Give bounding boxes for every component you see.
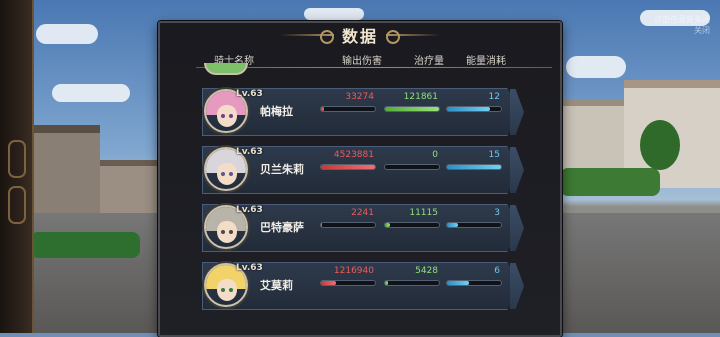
damage-value: 1216940 [333,266,374,276]
damage-value: 4523881 [333,150,374,160]
avatar-face [217,279,237,301]
heal-value: 0 [432,150,438,160]
heal-bar [384,106,440,112]
energy-bar-fill [447,165,501,169]
avatar-eye [229,288,233,292]
avatar-eye [229,114,233,118]
heal-value: 5428 [415,266,438,276]
energy-bar [446,106,502,112]
row-arrow-icon [510,263,524,309]
row-arrow-icon [510,89,524,135]
damage-bar [320,280,376,286]
knight-name: 巴特豪萨 [260,221,304,234]
damage-value: 2241 [351,208,374,218]
knight-level: Lv.63 [236,263,263,273]
tree [640,120,680,170]
avatar-eye [229,172,233,176]
avatar-eye [229,230,233,234]
knight-level: Lv.63 [236,147,263,157]
avatar-eye [221,288,225,292]
heal-value: 11115 [409,208,438,218]
avatar-face [217,105,237,127]
knight-level: Lv.63 [236,205,263,215]
energy-value: 3 [494,208,500,218]
avatar-eye [221,172,225,176]
energy-bar [446,280,502,286]
cloud [52,84,130,102]
heal-bar-fill [385,107,439,111]
damage-bar [320,222,376,228]
header-heal: 治疗量 [414,56,444,67]
energy-value: 6 [494,266,500,276]
heal-value: 121861 [403,92,438,102]
knight-level: Lv.63 [236,89,263,99]
cloud [304,8,364,20]
close-hint[interactable]: 点击任意处关闭 关闭 [650,14,710,36]
frame-ornament-icon [8,140,26,178]
damage-bar-fill [321,165,375,169]
energy-bar-fill [447,223,458,227]
avatar-eye [221,230,225,234]
avatar-face [217,221,237,243]
hedge [560,168,660,196]
damage-bar [320,164,376,170]
knight-name: 艾莫莉 [260,279,293,292]
heal-bar-fill [385,223,391,227]
header-energy: 能量消耗 [466,56,506,67]
frame-ornament-icon [8,186,26,224]
energy-value: 12 [488,92,500,102]
row-arrow-icon [510,147,524,193]
stats-panel: 数据 骑士名称 输出伤害 治疗量 能量消耗 Lv.63 帕梅拉 33274 12186… [158,21,562,337]
avatar-eye [221,114,225,118]
heal-bar-fill [385,281,388,285]
heal-bar [384,280,440,286]
energy-bar-fill [447,281,469,285]
damage-bar-fill [321,281,336,285]
knight-name: 帕梅拉 [260,105,293,118]
energy-value: 15 [488,150,500,160]
panel-header: 数据 [160,23,560,47]
row-arrow-icon [510,205,524,251]
hedge [30,232,140,258]
energy-bar-fill [447,107,491,111]
damage-value: 33274 [345,92,374,102]
stats-list[interactable]: Lv.63 帕梅拉 33274 121861 12 Lv.63 贝兰朱莉 4523881 0 15… [160,63,560,335]
left-frame [0,0,34,333]
panel-title: 数据 [341,27,378,46]
cloud [566,56,626,78]
energy-bar [446,164,502,170]
header-damage: 输出伤害 [342,56,382,67]
avatar-partial [204,63,248,75]
energy-bar [446,222,502,228]
knight-name: 贝兰朱莉 [260,163,304,176]
damage-bar-fill [321,107,325,111]
avatar-face [217,163,237,185]
cloud [36,24,98,44]
title-ornament-right-icon [386,28,440,44]
heal-bar [384,222,440,228]
damage-bar [320,106,376,112]
damage-bar-fill [321,223,323,227]
title-ornament-left-icon [279,28,334,44]
header-divider [196,67,552,68]
heal-bar [384,164,440,170]
